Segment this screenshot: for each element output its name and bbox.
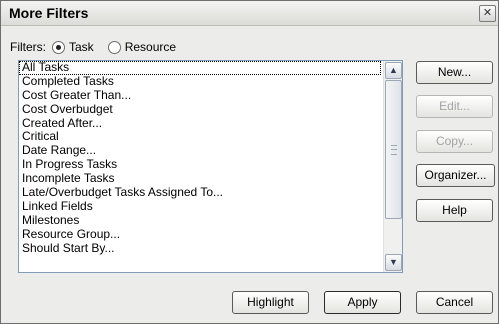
list-item[interactable]: Date Range... (19, 143, 381, 158)
highlight-button-label: Highlight (247, 295, 294, 309)
more-filters-dialog: More Filters ✕ Filters: Task Resource Al… (0, 0, 499, 324)
list-item[interactable]: Cost Overbudget (19, 102, 381, 117)
scrollbar-thumb[interactable] (385, 80, 402, 219)
list-item[interactable]: In Progress Tasks (19, 157, 381, 172)
help-button[interactable]: Help (416, 199, 493, 222)
new-button-label: New... (437, 65, 472, 79)
dialog-title: More Filters (9, 5, 89, 21)
filter-listbox[interactable]: All Tasks Completed Tasks Cost Greater T… (18, 60, 403, 273)
list-item[interactable]: Created After... (19, 116, 381, 131)
list-item[interactable]: Completed Tasks (19, 74, 381, 89)
task-radio-label: Task (69, 40, 94, 54)
list-item[interactable]: Late/Overbudget Tasks Assigned To... (19, 185, 381, 200)
cancel-button-label: Cancel (435, 295, 474, 309)
edit-button[interactable]: Edit... (416, 95, 493, 118)
organizer-button[interactable]: Organizer... (416, 164, 495, 187)
resource-radio-button[interactable] (107, 40, 121, 54)
task-radio[interactable]: Task (52, 40, 94, 54)
apply-button-label: Apply (347, 295, 378, 309)
filters-label: Filters: (10, 40, 46, 54)
apply-button[interactable]: Apply (324, 291, 401, 314)
close-icon[interactable]: ✕ (479, 5, 496, 22)
copy-button-label: Copy... (435, 134, 474, 148)
filters-row: Filters: Task Resource (10, 38, 190, 56)
help-button-label: Help (442, 203, 467, 217)
list-item[interactable]: Milestones (19, 213, 381, 228)
cancel-button[interactable]: Cancel (416, 291, 493, 314)
list-item[interactable]: Linked Fields (19, 199, 381, 214)
arrow-up-icon[interactable]: ▲ (385, 62, 402, 79)
list-item[interactable]: All Tasks (19, 61, 381, 75)
vertical-scrollbar[interactable]: ▲ ▼ (383, 61, 402, 272)
resource-radio-label: Resource (124, 40, 177, 54)
grip-icon (391, 145, 397, 155)
organizer-button-label: Organizer... (424, 168, 487, 182)
arrow-down-icon[interactable]: ▼ (385, 254, 402, 271)
filter-list: All Tasks Completed Tasks Cost Greater T… (19, 61, 381, 272)
list-item[interactable]: Should Start By... (19, 241, 381, 256)
new-button[interactable]: New... (416, 61, 493, 84)
list-item[interactable]: Incomplete Tasks (19, 171, 381, 186)
resource-radio[interactable]: Resource (107, 40, 177, 54)
highlight-button[interactable]: Highlight (232, 291, 309, 314)
edit-button-label: Edit... (439, 99, 470, 113)
task-radio-button[interactable] (52, 40, 65, 54)
title-bar: More Filters ✕ (1, 1, 498, 26)
list-item[interactable]: Resource Group... (19, 227, 381, 242)
list-item[interactable]: Critical (19, 130, 381, 144)
list-item[interactable]: Cost Greater Than... (19, 88, 381, 103)
copy-button[interactable]: Copy... (416, 130, 493, 153)
